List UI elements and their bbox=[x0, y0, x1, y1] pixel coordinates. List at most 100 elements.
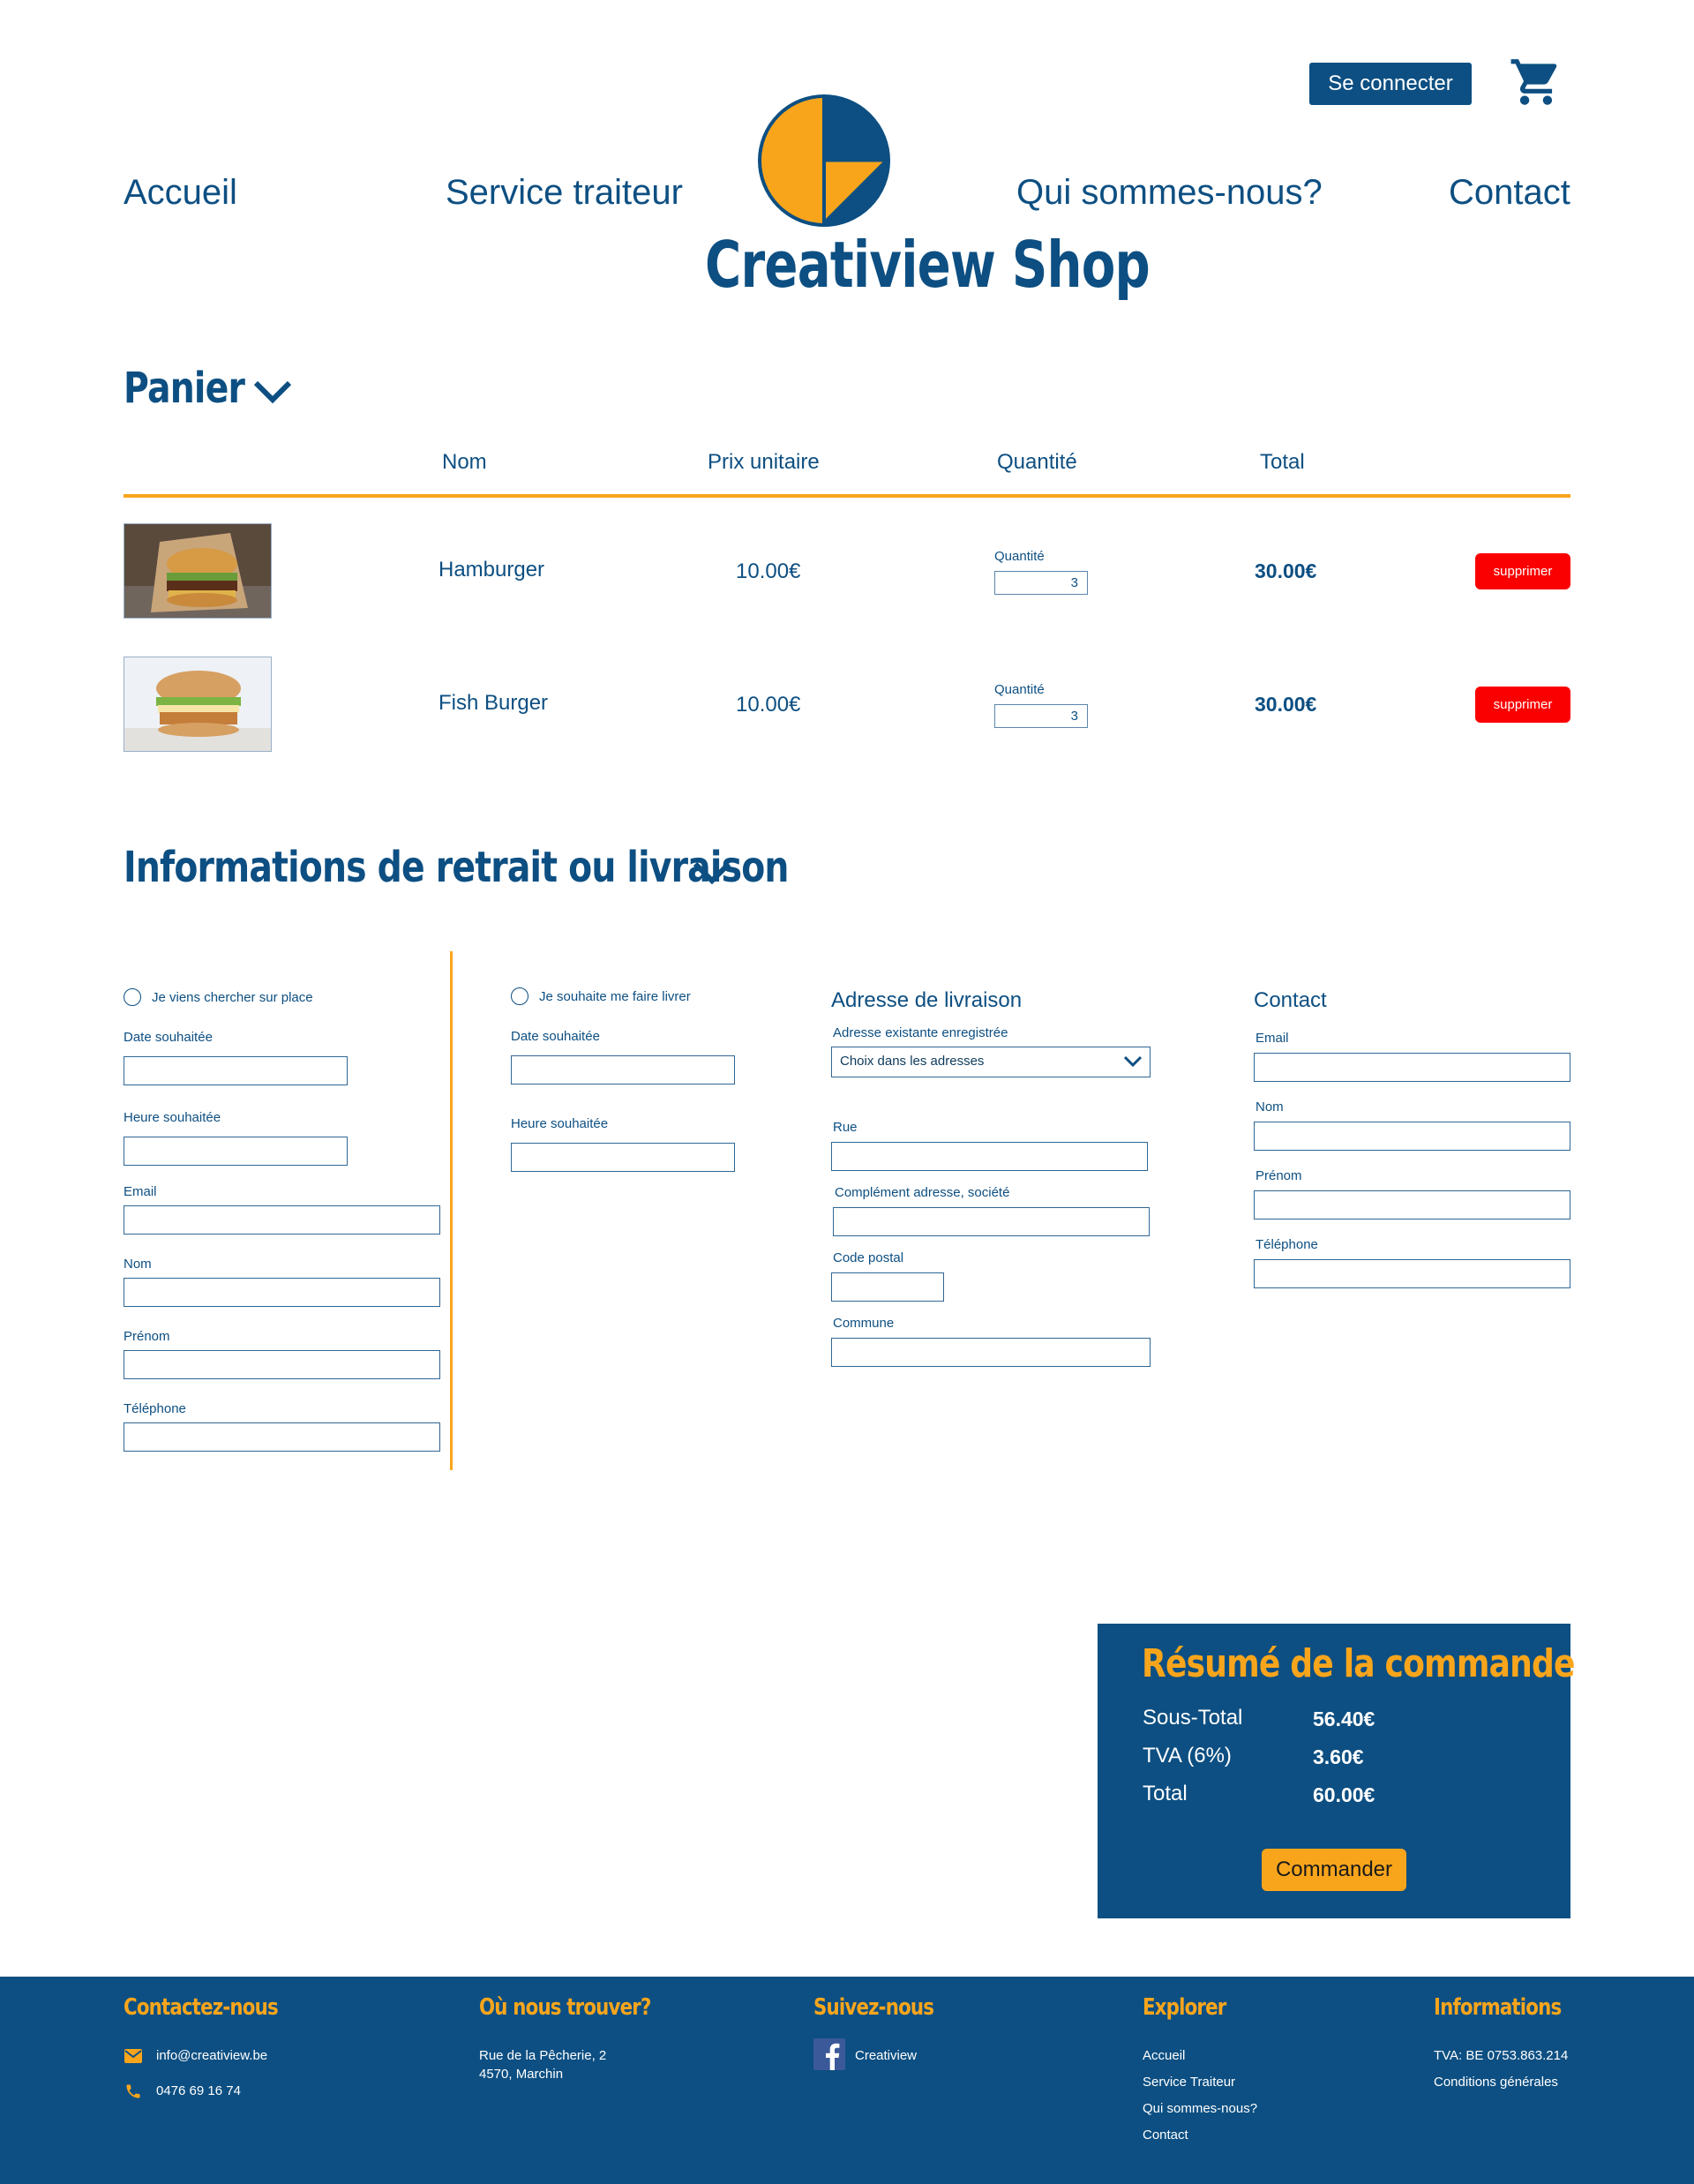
table-divider bbox=[124, 494, 1570, 498]
tva-label: TVA (6%) bbox=[1143, 1744, 1232, 1767]
chevron-down-icon bbox=[1123, 1055, 1143, 1068]
contact-prenom-label: Prénom bbox=[1256, 1168, 1302, 1183]
address-select-value: Choix dans les adresses bbox=[840, 1054, 985, 1069]
facebook-link[interactable]: Creatiview bbox=[855, 2047, 917, 2065]
qty-label: Quantité bbox=[994, 549, 1045, 564]
mail-icon bbox=[124, 2049, 142, 2063]
brand-name: Creatiview Shop bbox=[705, 228, 1151, 302]
rue-input[interactable] bbox=[831, 1142, 1148, 1171]
nav-qui-sommes-nous[interactable]: Qui sommes-nous? bbox=[1016, 173, 1323, 213]
delete-button[interactable]: supprimer bbox=[1475, 687, 1570, 723]
item-price: 10.00€ bbox=[736, 693, 801, 717]
qty-label: Quantité bbox=[994, 682, 1045, 697]
footer-conditions-link[interactable]: Conditions générales bbox=[1434, 2074, 1558, 2091]
complement-input[interactable] bbox=[833, 1207, 1150, 1236]
facebook-icon[interactable] bbox=[813, 2038, 845, 2070]
pickup-prenom-label: Prénom bbox=[124, 1329, 170, 1344]
footer-link-accueil[interactable]: Accueil bbox=[1143, 2047, 1185, 2065]
hamburger-image bbox=[124, 523, 272, 619]
cart-icon[interactable] bbox=[1509, 55, 1563, 109]
col-prix-unitaire: Prix unitaire bbox=[708, 450, 820, 474]
pickup-prenom-input[interactable] bbox=[124, 1350, 440, 1379]
delivery-title: Informations de retrait ou livraison bbox=[124, 843, 789, 892]
order-button[interactable]: Commander bbox=[1262, 1849, 1406, 1891]
pickup-nom-input[interactable] bbox=[124, 1278, 440, 1307]
summary-title: Résumé de la commande bbox=[1142, 1641, 1575, 1686]
contact-title: Contact bbox=[1254, 988, 1327, 1012]
nav-service-traiteur[interactable]: Service traiteur bbox=[446, 173, 683, 213]
nav-contact[interactable]: Contact bbox=[1449, 173, 1570, 213]
pickup-date-label: Date souhaitée bbox=[124, 1030, 213, 1045]
ship-time-input[interactable] bbox=[511, 1143, 735, 1172]
cart-title: Panier bbox=[124, 364, 245, 413]
contact-email-input[interactable] bbox=[1254, 1053, 1570, 1082]
pickup-radio-label: Je viens chercher sur place bbox=[152, 990, 313, 1005]
footer-link-contact[interactable]: Contact bbox=[1143, 2127, 1188, 2144]
section-divider bbox=[450, 951, 453, 1470]
ship-radio[interactable] bbox=[511, 987, 528, 1005]
footer-explore-title: Explorer bbox=[1143, 1994, 1226, 2021]
col-quantite: Quantité bbox=[997, 450, 1077, 474]
nav-accueil[interactable]: Accueil bbox=[124, 173, 237, 213]
phone-icon bbox=[124, 2083, 142, 2100]
commune-label: Commune bbox=[833, 1316, 895, 1331]
footer-address-line2: 4570, Marchin bbox=[479, 2067, 564, 2082]
pickup-date-input[interactable] bbox=[124, 1056, 348, 1085]
cart-toggle-chevron-icon[interactable] bbox=[252, 378, 293, 406]
item-name: Fish Burger bbox=[438, 691, 549, 715]
quantity-input[interactable]: 3 bbox=[994, 704, 1088, 728]
col-total: Total bbox=[1260, 450, 1305, 474]
address-title: Adresse de livraison bbox=[831, 988, 1023, 1012]
contact-tel-label: Téléphone bbox=[1256, 1237, 1318, 1252]
footer-follow-title: Suivez-nous bbox=[813, 1994, 934, 2021]
pickup-email-input[interactable] bbox=[124, 1205, 440, 1235]
pickup-tel-input[interactable] bbox=[124, 1422, 440, 1452]
fish-burger-image bbox=[124, 657, 272, 752]
footer-tva: TVA: BE 0753.863.214 bbox=[1434, 2048, 1569, 2063]
footer-where-title: Où nous trouver? bbox=[479, 1994, 651, 2021]
address-select[interactable]: Choix dans les adresses bbox=[831, 1047, 1151, 1077]
pickup-radio[interactable] bbox=[124, 988, 141, 1006]
pickup-tel-label: Téléphone bbox=[124, 1401, 186, 1416]
contact-nom-label: Nom bbox=[1256, 1100, 1284, 1115]
contact-email-label: Email bbox=[1256, 1031, 1289, 1046]
item-total: 30.00€ bbox=[1255, 559, 1317, 582]
total-label: Total bbox=[1143, 1782, 1188, 1805]
commune-input[interactable] bbox=[831, 1338, 1151, 1367]
footer-address-line1: Rue de la Pêcherie, 2 bbox=[479, 2048, 607, 2063]
footer-link-qui-sommes-nous[interactable]: Qui sommes-nous? bbox=[1143, 2100, 1257, 2118]
login-button[interactable]: Se connecter bbox=[1309, 63, 1472, 105]
code-postal-input[interactable] bbox=[831, 1272, 944, 1302]
order-summary: Résumé de la commande Sous-Total 56.40€ … bbox=[1098, 1624, 1575, 1918]
item-price: 10.00€ bbox=[736, 559, 801, 583]
pickup-nom-label: Nom bbox=[124, 1257, 152, 1272]
footer-contact-title: Contactez-nous bbox=[124, 1994, 279, 2021]
contact-prenom-input[interactable] bbox=[1254, 1190, 1570, 1220]
item-name: Hamburger bbox=[438, 558, 545, 582]
code-postal-label: Code postal bbox=[833, 1250, 904, 1265]
ship-radio-label: Je souhaite me faire livrer bbox=[539, 989, 691, 1004]
rue-label: Rue bbox=[833, 1120, 858, 1135]
pickup-time-input[interactable] bbox=[124, 1137, 348, 1166]
ship-time-label: Heure souhaitée bbox=[511, 1116, 609, 1131]
ship-date-input[interactable] bbox=[511, 1055, 735, 1084]
total-value: 60.00€ bbox=[1313, 1783, 1375, 1806]
ship-date-label: Date souhaitée bbox=[511, 1029, 600, 1044]
delivery-toggle-chevron-icon[interactable] bbox=[692, 859, 732, 887]
contact-nom-input[interactable] bbox=[1254, 1122, 1570, 1151]
subtotal-value: 56.40€ bbox=[1313, 1707, 1375, 1730]
tva-value: 3.60€ bbox=[1313, 1745, 1364, 1768]
brand-logo[interactable] bbox=[757, 94, 891, 228]
quantity-input[interactable]: 3 bbox=[994, 571, 1088, 595]
footer-email[interactable]: info@creatiview.be bbox=[156, 2047, 267, 2065]
delete-button[interactable]: supprimer bbox=[1475, 553, 1570, 589]
footer: Contactez-nous info@creatiview.be 0476 6… bbox=[0, 1977, 1694, 2184]
subtotal-label: Sous-Total bbox=[1143, 1706, 1243, 1730]
pickup-email-label: Email bbox=[124, 1184, 157, 1199]
contact-tel-input[interactable] bbox=[1254, 1259, 1570, 1288]
item-total: 30.00€ bbox=[1255, 693, 1317, 716]
col-nom: Nom bbox=[442, 450, 487, 474]
footer-info-title: Informations bbox=[1434, 1994, 1562, 2021]
footer-phone[interactable]: 0476 69 16 74 bbox=[156, 2083, 241, 2100]
footer-link-service-traiteur[interactable]: Service Traiteur bbox=[1143, 2074, 1235, 2091]
